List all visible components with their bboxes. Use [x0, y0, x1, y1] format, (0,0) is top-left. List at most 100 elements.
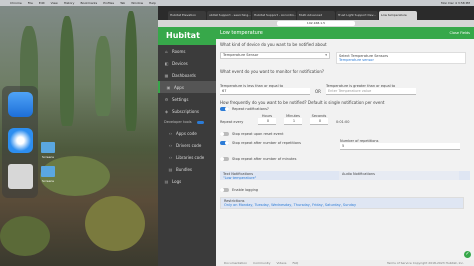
sidebar-item-label: Bundles	[176, 166, 193, 172]
code-icon: ‹›	[168, 142, 173, 148]
browser-tab[interactable]: Hubitat Elevation	[168, 11, 206, 20]
subscriptions-icon: ◈	[164, 108, 169, 114]
sidebar: Hubitat ⌂ Rooms ◧ Devices ▦ Dashboards ▣ App…	[158, 27, 216, 266]
device-kind-question: What kind of device do you want to be no…	[220, 42, 327, 47]
sidebar-item-label: Subscriptions	[172, 108, 199, 114]
frequency-question: How frequently do you want to be notifie…	[220, 100, 385, 105]
sidebar-item-settings[interactable]: ⚙ Settings	[158, 93, 216, 105]
dock	[2, 86, 38, 198]
hubitat-app: Hubitat ⌂ Rooms ◧ Devices ▦ Dashboards ▣ App…	[158, 27, 474, 266]
home-icon: ⌂	[165, 48, 168, 54]
footer-link-documentation[interactable]: Documentation	[224, 260, 247, 266]
text-notifications-button[interactable]: Text Notifications "Low temperature"	[220, 171, 335, 180]
sidebar-item-label: Settings	[172, 96, 189, 102]
browser-tab-active[interactable]: Low temperature	[379, 11, 418, 20]
footer-link-faq[interactable]: FAQ	[292, 260, 298, 266]
device-kind-select[interactable]: Temperature Sensor	[220, 52, 330, 59]
browser-tab[interactable]: Multi Advanced	[297, 11, 335, 20]
minutes-input[interactable]: 1	[284, 118, 302, 125]
developer-tools-label: Developer tools	[164, 120, 192, 124]
repeat-label: Repeat notifications?	[232, 107, 269, 111]
code-icon: ‹›	[168, 130, 173, 136]
page-header: Low temperature Close Fields	[216, 27, 474, 39]
or-label: OR	[315, 89, 321, 94]
safari-icon[interactable]	[8, 128, 33, 153]
repeat-toggle-row[interactable]: Repeat notifications?	[220, 106, 470, 113]
page-title: Low temperature	[220, 30, 263, 36]
num-reps-input[interactable]: 5	[340, 143, 460, 150]
tab-strip: Hubitat Elevation ubitat Support - searc…	[158, 6, 474, 20]
cactus-image	[60, 16, 74, 126]
interval-display: 0:01:00	[336, 120, 350, 124]
devices-icon: ◧	[164, 60, 169, 66]
enable-logging-row[interactable]: Enable logging	[220, 186, 470, 194]
monitor-question: What event do you want to monitor for no…	[220, 69, 325, 74]
address-bar[interactable]: 192.168.1.5	[158, 20, 474, 27]
stop-on-reset-row[interactable]: Stop repeat upon reset event	[220, 130, 470, 138]
stop-after-minutes-toggle[interactable]	[220, 157, 229, 161]
below-value-input[interactable]: 67	[220, 88, 310, 95]
repeat-every-label: Repeat every	[220, 120, 244, 124]
audio-notifications-button[interactable]: Audio Notifications	[339, 171, 459, 180]
restrictions-button[interactable]: Restrictions Only on Monday, Tuesday, We…	[220, 197, 464, 209]
code-icon: ‹›	[168, 154, 173, 160]
sidebar-item-logs[interactable]: ▤ Logs	[158, 175, 216, 187]
browser-tab[interactable]: ubitat Support - searching...	[207, 11, 251, 20]
logs-icon: ▤	[164, 178, 169, 184]
hubitat-logo[interactable]: Hubitat	[158, 27, 216, 45]
dashboard-icon: ▦	[164, 72, 169, 78]
sidebar-item-drivers-code[interactable]: ‹› Drivers code	[158, 139, 216, 151]
footer-link-videos[interactable]: Videos	[277, 260, 287, 266]
close-fields-button[interactable]: Close Fields	[449, 27, 470, 39]
hours-input[interactable]: 0	[258, 118, 276, 125]
sidebar-item-rooms[interactable]: ⌂ Rooms	[158, 45, 216, 57]
sidebar-item-devices[interactable]: ◧ Devices	[158, 57, 216, 69]
repeat-toggle[interactable]	[220, 107, 229, 111]
cactus-image	[125, 11, 137, 131]
developer-tools-toggle[interactable]	[196, 120, 204, 124]
browser-tab[interactable]: Trust Light Support Dev...	[336, 11, 379, 20]
stop-after-minutes-row[interactable]: Stop repeat after number of minutes	[220, 155, 470, 163]
sidebar-item-dashboards[interactable]: ▦ Dashboards	[158, 69, 216, 81]
sidebar-item-label: Apps	[174, 84, 184, 90]
barrel-cactus-image	[0, 216, 50, 256]
sidebar-item-label: Rooms	[172, 48, 186, 54]
sidebar-item-label: Libraries code	[176, 154, 205, 160]
help-fab-icon[interactable]: ✓	[464, 251, 471, 258]
sidebar-item-bundles[interactable]: ▤ Bundles	[158, 163, 216, 175]
finder-icon[interactable]	[8, 92, 33, 117]
footer-link-community[interactable]: Community	[253, 260, 270, 266]
sensor-select[interactable]: Select Temperature Sensors Temperature s…	[336, 52, 466, 64]
stop-after-reps-toggle[interactable]	[220, 141, 229, 145]
stop-on-reset-label: Stop repeat upon reset event	[232, 132, 284, 136]
address-text[interactable]: 192.168.1.5	[276, 21, 356, 26]
gear-icon: ⚙	[164, 96, 169, 102]
stop-after-reps-label: Stop repeat after number of repetitions	[232, 141, 302, 145]
browser-tab[interactable]: Hubitat Support - Accordin...	[252, 11, 296, 20]
sidebar-item-libraries-code[interactable]: ‹› Libraries code	[158, 151, 216, 163]
desktop-wallpaper: Screens Screens	[0, 6, 158, 266]
restrictions-value: Only on Monday, Tuesday, Wednesday, Thur…	[224, 203, 357, 207]
notifications-section: Text Notifications "Low temperature" Aud…	[220, 171, 470, 180]
browser-window: Hubitat Elevation ubitat Support - searc…	[158, 6, 474, 266]
sidebar-item-subscriptions[interactable]: ◈ Subscriptions	[158, 105, 216, 117]
folder-icon[interactable]	[41, 166, 55, 177]
enable-logging-label: Enable logging	[232, 188, 259, 192]
trash-icon[interactable]	[8, 164, 33, 189]
stop-after-reps-row[interactable]: Stop repeat after number of repetitions	[220, 139, 340, 155]
stop-on-reset-toggle[interactable]	[220, 132, 229, 136]
sidebar-item-label: Devices	[172, 60, 188, 66]
sidebar-item-label: Apps code	[176, 130, 197, 136]
sidebar-item-apps[interactable]: ▣ Apps	[158, 81, 216, 93]
seconds-input[interactable]: 0	[310, 118, 328, 125]
enable-logging-toggle[interactable]	[220, 188, 229, 192]
desktop-icon-label: Screens	[42, 155, 54, 159]
main-panel: Low temperature Close Fields What kind o…	[216, 27, 474, 266]
sidebar-item-apps-code[interactable]: ‹› Apps code	[158, 127, 216, 139]
above-value-input[interactable]: Enter Temperature value	[325, 88, 416, 95]
folder-icon[interactable]	[41, 142, 55, 153]
form: What kind of device do you want to be no…	[220, 41, 470, 209]
sensor-select-value: Temperature sensor	[339, 58, 374, 62]
developer-tools-header[interactable]: Developer tools	[158, 117, 216, 127]
apps-icon: ▣	[166, 84, 171, 90]
